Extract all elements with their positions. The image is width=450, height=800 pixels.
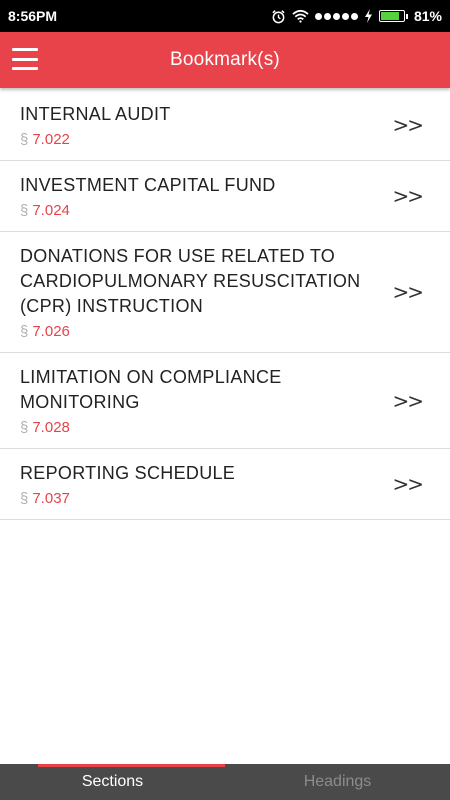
wifi-icon bbox=[292, 8, 309, 24]
section-symbol: § bbox=[20, 419, 29, 436]
battery-fill bbox=[380, 12, 399, 20]
page-title: Bookmark(s) bbox=[170, 49, 280, 70]
bookmark-section: § 7.037 bbox=[20, 489, 390, 509]
status-time: 8:56PM bbox=[8, 8, 58, 24]
tab-sections[interactable]: Sections bbox=[0, 764, 225, 800]
chevron-right-icon[interactable]: >> bbox=[392, 280, 423, 304]
chevron-right-icon[interactable]: >> bbox=[392, 472, 423, 496]
bookmark-item[interactable]: REPORTING SCHEDULE § 7.037 >> bbox=[0, 449, 450, 520]
section-number: 7.028 bbox=[32, 419, 70, 436]
bookmark-item[interactable]: INTERNAL AUDIT § 7.022 >> bbox=[0, 90, 450, 161]
alarm-icon bbox=[271, 8, 286, 24]
section-number: 7.022 bbox=[32, 131, 70, 148]
status-bar: 8:56PM 81% bbox=[0, 0, 450, 32]
chevron-right-icon[interactable]: >> bbox=[392, 113, 423, 137]
bookmark-list: INTERNAL AUDIT § 7.022 >> INVESTMENT CAPI… bbox=[0, 90, 450, 520]
bookmark-title: LIMITATION ON COMPLIANCE MONITORING bbox=[20, 367, 282, 412]
tab-headings[interactable]: Headings bbox=[225, 764, 450, 800]
bookmark-section: § 7.024 bbox=[20, 201, 390, 221]
signal-icon bbox=[314, 12, 358, 20]
battery-icon bbox=[378, 10, 408, 22]
bookmark-title: REPORTING SCHEDULE bbox=[20, 463, 236, 483]
bookmark-item[interactable]: DONATIONS FOR USE RELATED TO CARDIOPULMO… bbox=[0, 232, 450, 353]
section-number: 7.037 bbox=[32, 490, 70, 507]
battery-percent: 81% bbox=[413, 8, 442, 24]
section-symbol: § bbox=[20, 490, 29, 507]
section-symbol: § bbox=[20, 323, 29, 340]
app-bar: Bookmark(s) bbox=[0, 32, 450, 88]
chevron-right-icon[interactable]: >> bbox=[392, 389, 423, 413]
bookmark-item[interactable]: LIMITATION ON COMPLIANCE MONITORING § 7.0… bbox=[0, 353, 450, 449]
bookmark-section: § 7.026 bbox=[20, 322, 390, 342]
bookmark-section: § 7.028 bbox=[20, 418, 390, 438]
status-icons: 81% bbox=[271, 8, 442, 24]
bookmark-section: § 7.022 bbox=[20, 130, 390, 150]
bookmark-item[interactable]: INVESTMENT CAPITAL FUND § 7.024 >> bbox=[0, 161, 450, 232]
charging-icon bbox=[364, 8, 373, 24]
section-number: 7.026 bbox=[32, 323, 70, 340]
section-number: 7.024 bbox=[32, 202, 70, 219]
section-symbol: § bbox=[20, 131, 29, 148]
bookmark-title: DONATIONS FOR USE RELATED TO CARDIOPULMO… bbox=[20, 246, 361, 316]
bookmark-title: INTERNAL AUDIT bbox=[20, 104, 171, 124]
bottom-tab-bar: Sections Headings bbox=[0, 764, 450, 800]
hamburger-menu-icon[interactable] bbox=[12, 48, 38, 70]
section-symbol: § bbox=[20, 202, 29, 219]
bookmark-title: INVESTMENT CAPITAL FUND bbox=[20, 175, 276, 195]
chevron-right-icon[interactable]: >> bbox=[392, 184, 423, 208]
